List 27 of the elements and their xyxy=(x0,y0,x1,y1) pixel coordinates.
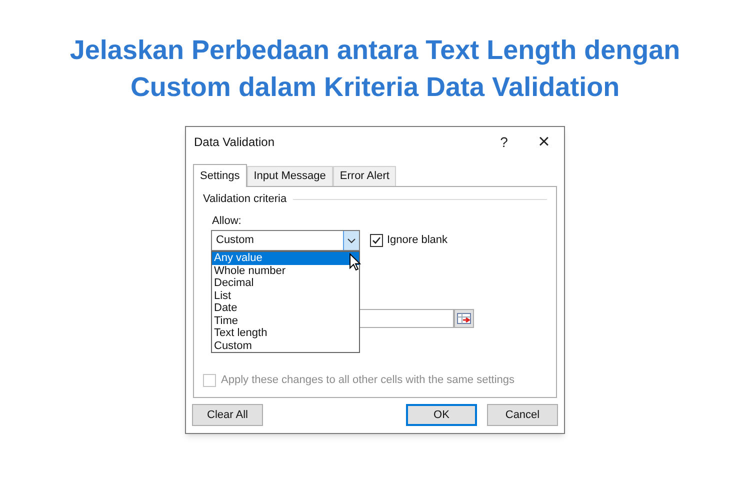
tab[interactable]: Input Message xyxy=(246,166,333,186)
range-select-button[interactable] xyxy=(454,309,474,328)
headline: Custom dalam Kriteria Data Validation xyxy=(130,71,620,104)
headline: Jelaskan Perbedaan antara Text Length dengan xyxy=(70,34,680,67)
dropdown-option[interactable]: Date xyxy=(212,302,359,314)
checkbox-label: Apply these changes to all other cells with the same settings xyxy=(221,373,514,388)
dropdown-option[interactable]: Decimal xyxy=(212,277,359,290)
window-title: Data Validation xyxy=(194,134,274,151)
dialog-button[interactable]: Cancel xyxy=(487,404,558,426)
close-button[interactable]: × xyxy=(534,132,554,152)
dropdown-option[interactable]: List xyxy=(212,290,359,302)
group-label: Validation criteria xyxy=(203,193,287,206)
checkbox[interactable] xyxy=(370,234,383,247)
dropdown-option[interactable]: Text length xyxy=(212,327,359,340)
dropdown-option[interactable]: Time xyxy=(212,314,359,327)
tab[interactable]: Settings xyxy=(193,164,247,187)
field-label: Allow: xyxy=(212,215,242,228)
chevron-down-icon xyxy=(347,238,356,244)
dropdown-option[interactable]: Custom xyxy=(212,340,359,352)
allow-dropdown[interactable]: Custom xyxy=(211,230,360,251)
dialog-button[interactable]: Clear All xyxy=(192,404,263,426)
dropdown-option[interactable]: Any value xyxy=(212,252,359,264)
tab[interactable]: Error Alert xyxy=(332,166,396,186)
range-picker-icon xyxy=(457,313,471,324)
help-button[interactable]: ? xyxy=(494,132,514,152)
checkbox-label: Ignore blank xyxy=(387,233,448,248)
dialog-button[interactable]: OK xyxy=(406,404,477,426)
